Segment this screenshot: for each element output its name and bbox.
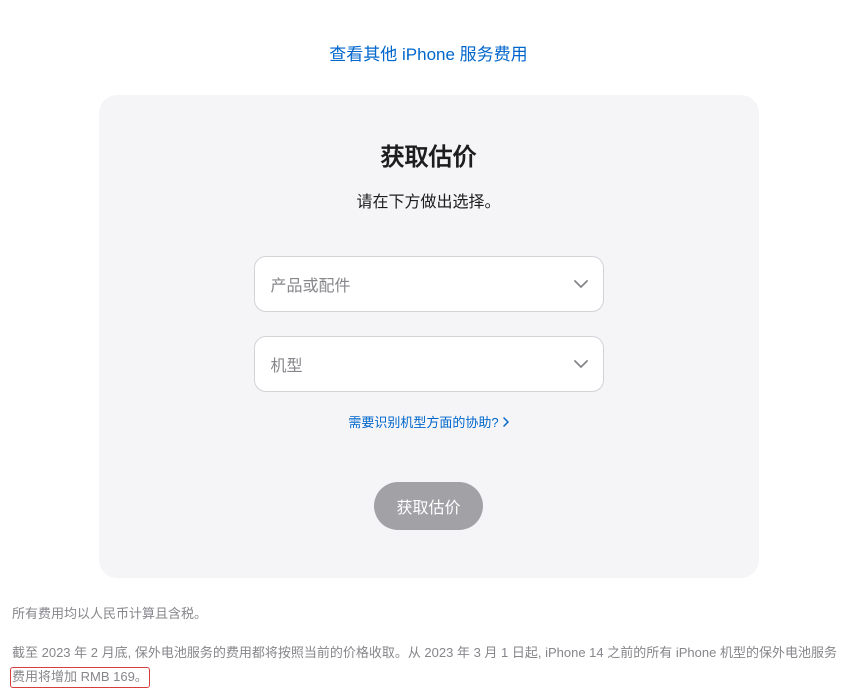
help-link-label: 需要识别机型方面的协助? [348,412,498,431]
disclaimer-section: 所有费用均以人民币计算且含税。 截至 2023 年 2 月底, 保外电池服务的费… [0,578,857,690]
model-select-placeholder: 机型 [271,352,303,376]
identify-model-help-link[interactable]: 需要识别机型方面的协助? [348,412,508,431]
product-select[interactable]: 产品或配件 [254,256,604,312]
model-select[interactable]: 机型 [254,336,604,392]
other-iphone-services-link[interactable]: 查看其他 iPhone 服务费用 [329,45,527,64]
chevron-right-icon [503,417,509,427]
estimate-card: 获取估价 请在下方做出选择。 产品或配件 机型 需要识别机型方面的协助? [99,95,759,578]
disclaimer-line2: 截至 2023 年 2 月底, 保外电池服务的费用都将按照当前的价格收取。从 2… [12,641,845,690]
product-select-placeholder: 产品或配件 [271,272,351,296]
get-estimate-button[interactable]: 获取估价 [374,482,482,530]
card-title: 获取估价 [139,137,719,172]
disclaimer-line1: 所有费用均以人民币计算且含税。 [12,602,845,627]
price-increase-highlight: 费用将增加 RMB 169。 [12,669,148,684]
card-subtitle: 请在下方做出选择。 [139,188,719,212]
